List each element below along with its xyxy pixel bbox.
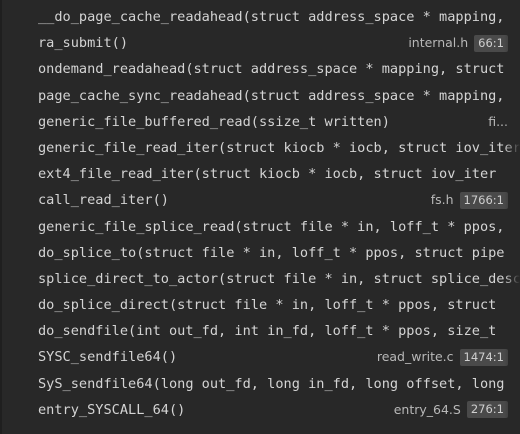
frame-file[interactable]: entry_64.S [394, 397, 461, 423]
frame-line-badge: 1766:1 [459, 191, 508, 209]
frame-function: do_splice_direct(struct file * in, loff_… [38, 297, 497, 314]
stack-frame[interactable]: page_cache_sync_readahead(struct address… [2, 83, 520, 109]
frame-function: ondemand_readahead(struct address_space … [38, 61, 505, 78]
stack-frame[interactable]: ondemand_readahead(struct address_space … [2, 56, 520, 82]
frame-function: do_sendfile(int out_fd, int in_fd, loff_… [38, 323, 497, 340]
frame-function: call_read_iter() [38, 192, 169, 209]
stack-frame[interactable]: do_splice_to(struct file * in, loff_t * … [2, 240, 520, 266]
frame-function: generic_file_read_iter(struct kiocb * io… [38, 139, 520, 156]
frame-function: SYSC_sendfile64() [38, 349, 178, 366]
call-stack-list: __do_page_cache_readahead(struct address… [2, 4, 520, 423]
frame-file[interactable]: fs.h [431, 187, 454, 213]
stack-frame[interactable]: do_sendfile(int out_fd, int in_fd, loff_… [2, 318, 520, 344]
stack-frame[interactable]: SyS_sendfile64(long out_fd, long in_fd, … [2, 371, 520, 397]
frame-function: generic_file_splice_read(struct file * i… [38, 218, 505, 235]
stack-frame[interactable]: splice_direct_to_actor(struct file * in,… [2, 266, 520, 292]
frame-function: ext4_file_read_iter(struct kiocb * iocb,… [38, 166, 497, 183]
stack-frame[interactable]: generic_file_splice_read(struct file * i… [2, 214, 520, 240]
frame-location: read_write.c 1474:1 [372, 344, 508, 371]
frame-location: fs.h 1766:1 [426, 187, 508, 214]
frame-function: ra_submit() [38, 35, 129, 52]
frame-line-badge: 1474:1 [459, 349, 508, 367]
frame-line-badge: 66:1 [474, 34, 508, 52]
frame-function: page_cache_sync_readahead(struct address… [38, 87, 505, 104]
frame-function: splice_direct_to_actor(struct file * in,… [38, 270, 520, 287]
stack-frame[interactable]: generic_file_read_iter(struct kiocb * io… [2, 135, 520, 161]
frame-function: SyS_sendfile64(long out_fd, long in_fd, … [38, 375, 505, 392]
stack-frame[interactable]: ra_submit() internal.h 66:1 [2, 30, 520, 57]
frame-location: internal.h 66:1 [404, 30, 508, 57]
stack-frame[interactable]: entry_SYSCALL_64() entry_64.S 276:1 [2, 396, 520, 423]
stack-frame[interactable]: do_splice_direct(struct file * in, loff_… [2, 292, 520, 318]
call-stack-panel: __do_page_cache_readahead(struct address… [0, 0, 520, 434]
frame-location: entry_64.S 276:1 [389, 396, 508, 423]
right-edge-fade [504, 0, 520, 434]
frame-function: __do_page_cache_readahead(struct address… [38, 9, 505, 25]
stack-frame[interactable]: call_read_iter() fs.h 1766:1 [2, 187, 520, 214]
frame-function: entry_SYSCALL_64() [38, 401, 186, 418]
frame-function: do_splice_to(struct file * in, loff_t * … [38, 244, 505, 261]
stack-frame[interactable]: SYSC_sendfile64() read_write.c 1474:1 [2, 344, 520, 371]
stack-frame[interactable]: generic_file_buffered_read(ssize_t writt… [2, 108, 520, 135]
frame-function: generic_file_buffered_read(ssize_t writt… [38, 113, 390, 130]
stack-frame[interactable]: ext4_file_read_iter(struct kiocb * iocb,… [2, 161, 520, 187]
frame-file[interactable]: read_write.c [377, 344, 454, 370]
stack-frame[interactable]: __do_page_cache_readahead(struct address… [2, 4, 520, 30]
frame-file[interactable]: internal.h [408, 30, 468, 56]
frame-line-badge: 276:1 [466, 401, 508, 419]
